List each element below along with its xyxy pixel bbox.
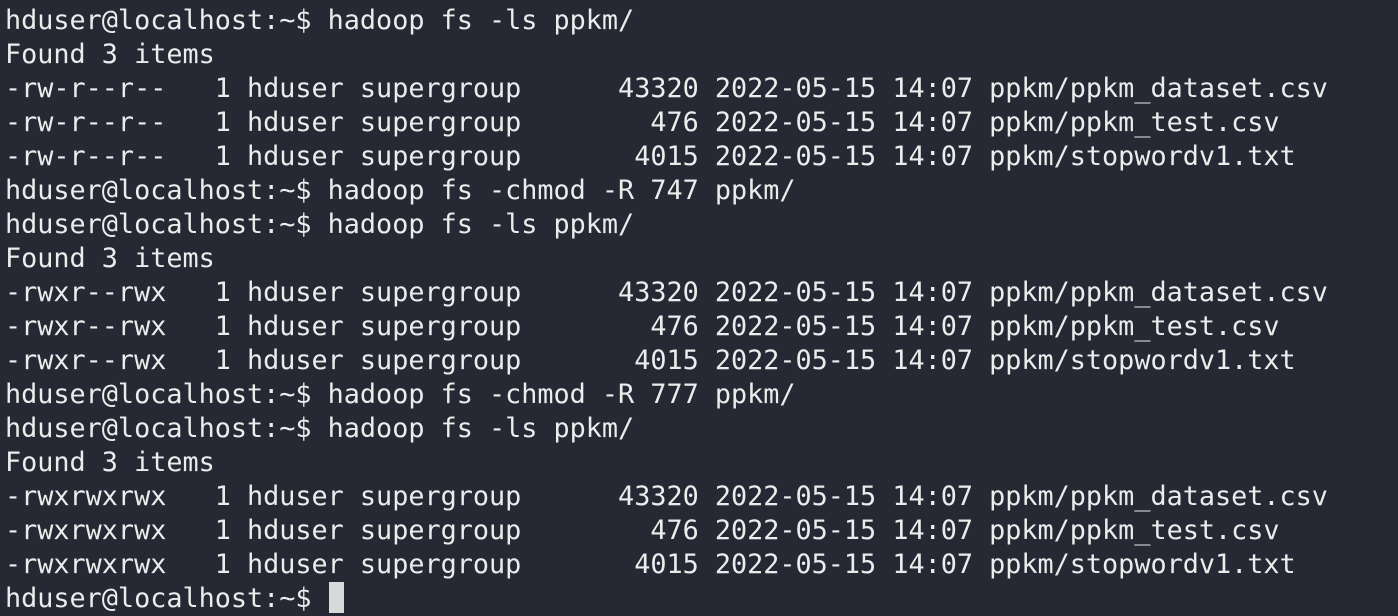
terminal-line-file-test-1: -rw-r--r-- 1 hduser supergroup 476 2022-… [5,107,1280,138]
terminal-prompt: hduser@localhost:~$ [5,583,328,614]
terminal-line-found-1: Found 3 items [5,39,215,70]
terminal-line-cmd-ls-2: hduser@localhost:~$ hadoop fs -ls ppkm/ [5,209,635,240]
terminal-cursor[interactable] [328,582,344,613]
terminal-line-file-stopword-1: -rw-r--r-- 1 hduser supergroup 4015 2022… [5,141,1296,172]
terminal-line-found-2: Found 3 items [5,243,215,274]
terminal-line-cmd-ls-3: hduser@localhost:~$ hadoop fs -ls ppkm/ [5,413,635,444]
terminal-line-file-stopword-2: -rwxr--rwx 1 hduser supergroup 4015 2022… [5,345,1296,376]
terminal-line-file-dataset-2: -rwxr--rwx 1 hduser supergroup 43320 202… [5,277,1328,308]
terminal-line-file-test-3: -rwxrwxrwx 1 hduser supergroup 476 2022-… [5,515,1280,546]
terminal-line-cmd-chmod-747: hduser@localhost:~$ hadoop fs -chmod -R … [5,175,796,206]
terminal-line-file-test-2: -rwxr--rwx 1 hduser supergroup 476 2022-… [5,311,1280,342]
terminal-line-file-stopword-3: -rwxrwxrwx 1 hduser supergroup 4015 2022… [5,549,1296,580]
terminal-line-file-dataset-3: -rwxrwxrwx 1 hduser supergroup 43320 202… [5,481,1328,512]
terminal-line-found-3: Found 3 items [5,447,215,478]
terminal-window[interactable]: hduser@localhost:~$ hadoop fs -ls ppkm/ … [0,0,1398,616]
terminal-line-cmd-ls-1: hduser@localhost:~$ hadoop fs -ls ppkm/ [5,5,635,36]
terminal-input-line[interactable]: hduser@localhost:~$ [5,582,1398,616]
terminal-line-file-dataset-1: -rw-r--r-- 1 hduser supergroup 43320 202… [5,73,1328,104]
terminal-line-cmd-chmod-777: hduser@localhost:~$ hadoop fs -chmod -R … [5,379,796,410]
